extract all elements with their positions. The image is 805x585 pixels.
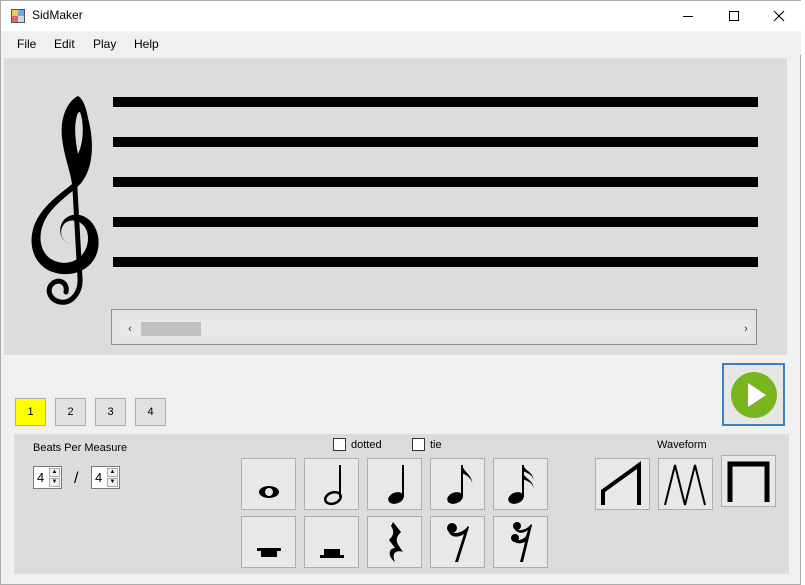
quarter-rest-button[interactable] [367,516,422,568]
sixteenth-note-icon [507,465,533,504]
minimize-icon [683,16,693,17]
eighth-note-button[interactable] [430,458,485,510]
maximize-icon [729,11,739,21]
staff-line-5 [113,257,758,267]
play-icon [730,371,777,418]
triangle-wave-icon [663,464,706,506]
half-note-icon [323,465,342,506]
menu-play[interactable]: Play [93,37,116,51]
minimize-button[interactable] [665,1,711,31]
numerator-up-icon[interactable]: ▲ [49,468,60,477]
beats-denominator-spinner[interactable]: 4 ▲ ▼ [91,466,120,489]
scroll-thumb[interactable] [141,322,201,336]
numerator-down-icon[interactable]: ▼ [49,478,60,487]
treble-clef-icon [31,96,99,305]
measure-button-4[interactable]: 4 [135,398,166,426]
scroll-track[interactable] [120,320,750,337]
staff-panel[interactable]: ‹ › [4,58,787,355]
app-icon [11,9,25,23]
staff-line-4 [113,217,758,227]
menu-bar: File Edit Play Help [1,31,801,55]
quarter-note-icon [387,465,404,504]
denominator-value[interactable]: 4 [95,470,102,485]
eighth-note-icon [446,465,472,504]
waveform-label: Waveform [657,439,707,451]
whole-rest-icon [256,548,281,557]
triangle-wave-button[interactable] [658,458,713,510]
measure-button-1[interactable]: 1 [15,398,46,426]
quarter-note-button[interactable] [367,458,422,510]
quarter-rest-icon [388,522,403,562]
eighth-rest-button[interactable] [430,516,485,568]
staff-line-1 [113,97,758,107]
whole-note-icon [258,486,279,498]
sixteenth-rest-icon [510,522,532,562]
whole-rest-button[interactable] [241,516,296,568]
play-button[interactable] [722,363,785,426]
title-bar: SidMaker [1,1,801,31]
denominator-up-icon[interactable]: ▲ [107,468,118,477]
scroll-right-icon[interactable]: › [738,320,754,337]
window-title: SidMaker [32,8,83,22]
sixteenth-note-button[interactable] [493,458,548,510]
half-rest-button[interactable] [304,516,359,568]
maximize-button[interactable] [711,1,757,31]
measure-button-2[interactable]: 2 [55,398,86,426]
beats-numerator-spinner[interactable]: 4 ▲ ▼ [33,466,62,489]
close-icon [773,10,785,22]
sawtooth-wave-icon [600,461,641,505]
numerator-value[interactable]: 4 [37,470,44,485]
time-signature-separator: / [74,470,79,487]
scroll-left-icon[interactable]: ‹ [122,320,138,337]
square-wave-icon [727,461,769,502]
beats-per-measure-label: Beats Per Measure [33,442,128,454]
denominator-down-icon[interactable]: ▼ [107,478,118,487]
staff-line-3 [113,177,758,187]
controls-panel: Beats Per Measure 4 ▲ ▼ / 4 ▲ ▼ dotted t… [14,434,789,574]
dotted-checkbox[interactable] [333,438,346,451]
sixteenth-rest-button[interactable] [493,516,548,568]
app-window: SidMaker File Edit Play Help ‹ › 1 2 3 4… [0,0,801,585]
staff-line-2 [113,137,758,147]
tie-label: tie [430,439,442,451]
eighth-rest-icon [446,523,469,562]
tie-checkbox[interactable] [412,438,425,451]
menu-edit[interactable]: Edit [54,37,75,51]
dotted-label: dotted [351,439,382,451]
menu-help[interactable]: Help [134,37,159,51]
square-wave-button[interactable] [721,455,776,507]
close-button[interactable] [756,1,802,31]
half-rest-icon [319,549,344,558]
measure-button-3[interactable]: 3 [95,398,126,426]
menu-file[interactable]: File [17,37,36,51]
sawtooth-wave-button[interactable] [595,458,650,510]
whole-note-button[interactable] [241,458,296,510]
horizontal-scrollbar[interactable]: ‹ › [111,309,757,345]
half-note-button[interactable] [304,458,359,510]
